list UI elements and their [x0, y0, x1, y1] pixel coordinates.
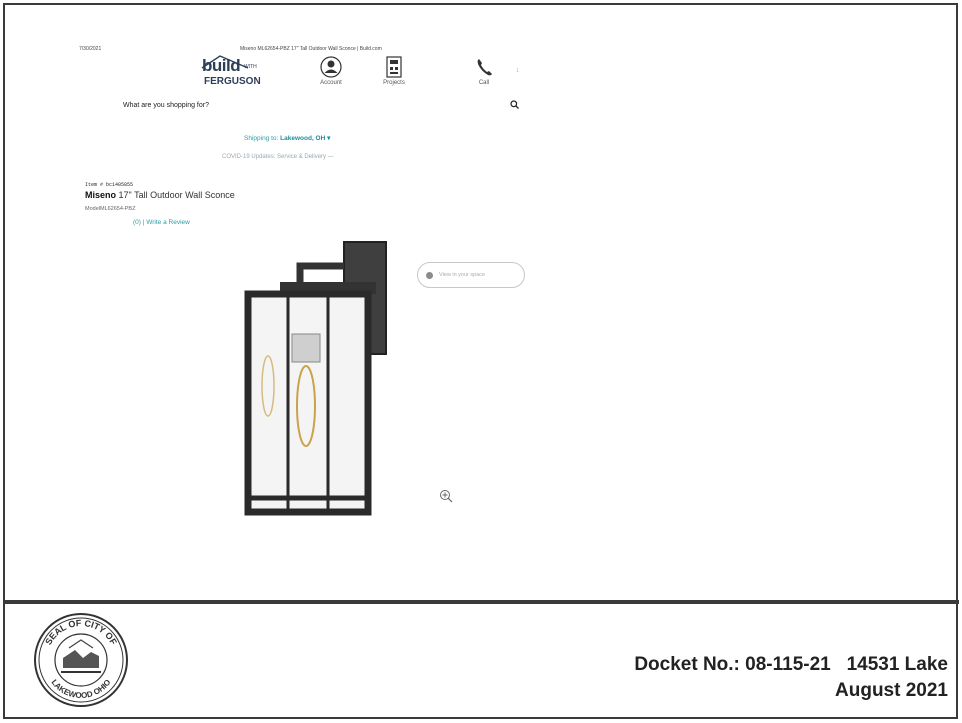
logo-ferguson-text: FERGUSON [204, 76, 261, 87]
ar-button-label: View in your space [439, 272, 486, 278]
projects-icon [386, 56, 402, 78]
product-model: ModelML62654-PBZ [85, 206, 135, 212]
model-number: ML62654-PBZ [99, 206, 136, 212]
print-date: 7/30/2021 [79, 46, 102, 52]
account-icon [320, 56, 342, 78]
logo-build-text: build [202, 56, 241, 75]
product-name: 17" Tall Outdoor Wall Sconce [118, 190, 235, 200]
docket-date: August 2021 [835, 680, 948, 701]
nav-account-label: Account [320, 80, 342, 86]
logo-with-text: WITH [244, 64, 257, 70]
nav-account[interactable]: Account [312, 56, 350, 86]
docket-number: Docket No.: 08-115-21 14531 Lake [634, 654, 948, 675]
build-with-ferguson-logo[interactable]: build WITH FERGUSON [198, 54, 270, 92]
nav-projects[interactable]: Projects [374, 56, 414, 86]
shipping-label: Shipping to: [244, 135, 279, 142]
footer-divider [3, 600, 959, 604]
nav-call-label: Call [478, 80, 490, 86]
wall-sconce-product-image [244, 241, 387, 516]
nav-call[interactable]: Call [472, 56, 496, 86]
search-input[interactable]: What are you shopping for? [123, 102, 209, 109]
page-frame [3, 3, 958, 719]
covid-updates-link[interactable]: COVID-19 Updates: Service & Delivery — [222, 154, 334, 160]
docket-block: Docket No.: 08-115-21 14531 Lake August … [634, 652, 948, 704]
page-marker: 1 [516, 68, 519, 74]
item-number: Item # bc1405855 [85, 182, 134, 188]
product-title: Miseno 17" Tall Outdoor Wall Sconce [85, 190, 235, 200]
write-review-link[interactable]: (0) | Write a Review [133, 219, 190, 226]
nav-projects-label: Projects [383, 80, 405, 86]
product-brand[interactable]: Miseno [85, 190, 116, 200]
phone-icon [477, 59, 492, 76]
zoom-in-icon[interactable] [439, 489, 453, 503]
city-seal-logo: SEAL OF CITY OF LAKEWOOD OHIO [34, 613, 128, 707]
shipping-location[interactable]: Shipping to: Lakewood, OH ▾ [244, 134, 330, 142]
camera-icon [426, 271, 433, 279]
print-title: Miseno ML62654-PBZ 17" Tall Outdoor Wall… [240, 46, 382, 52]
model-label: Model [85, 206, 100, 212]
search-icon[interactable] [510, 100, 519, 109]
shipping-location-link[interactable]: Lakewood, OH ▾ [280, 135, 330, 142]
view-in-your-space-button[interactable]: View in your space [417, 262, 525, 288]
